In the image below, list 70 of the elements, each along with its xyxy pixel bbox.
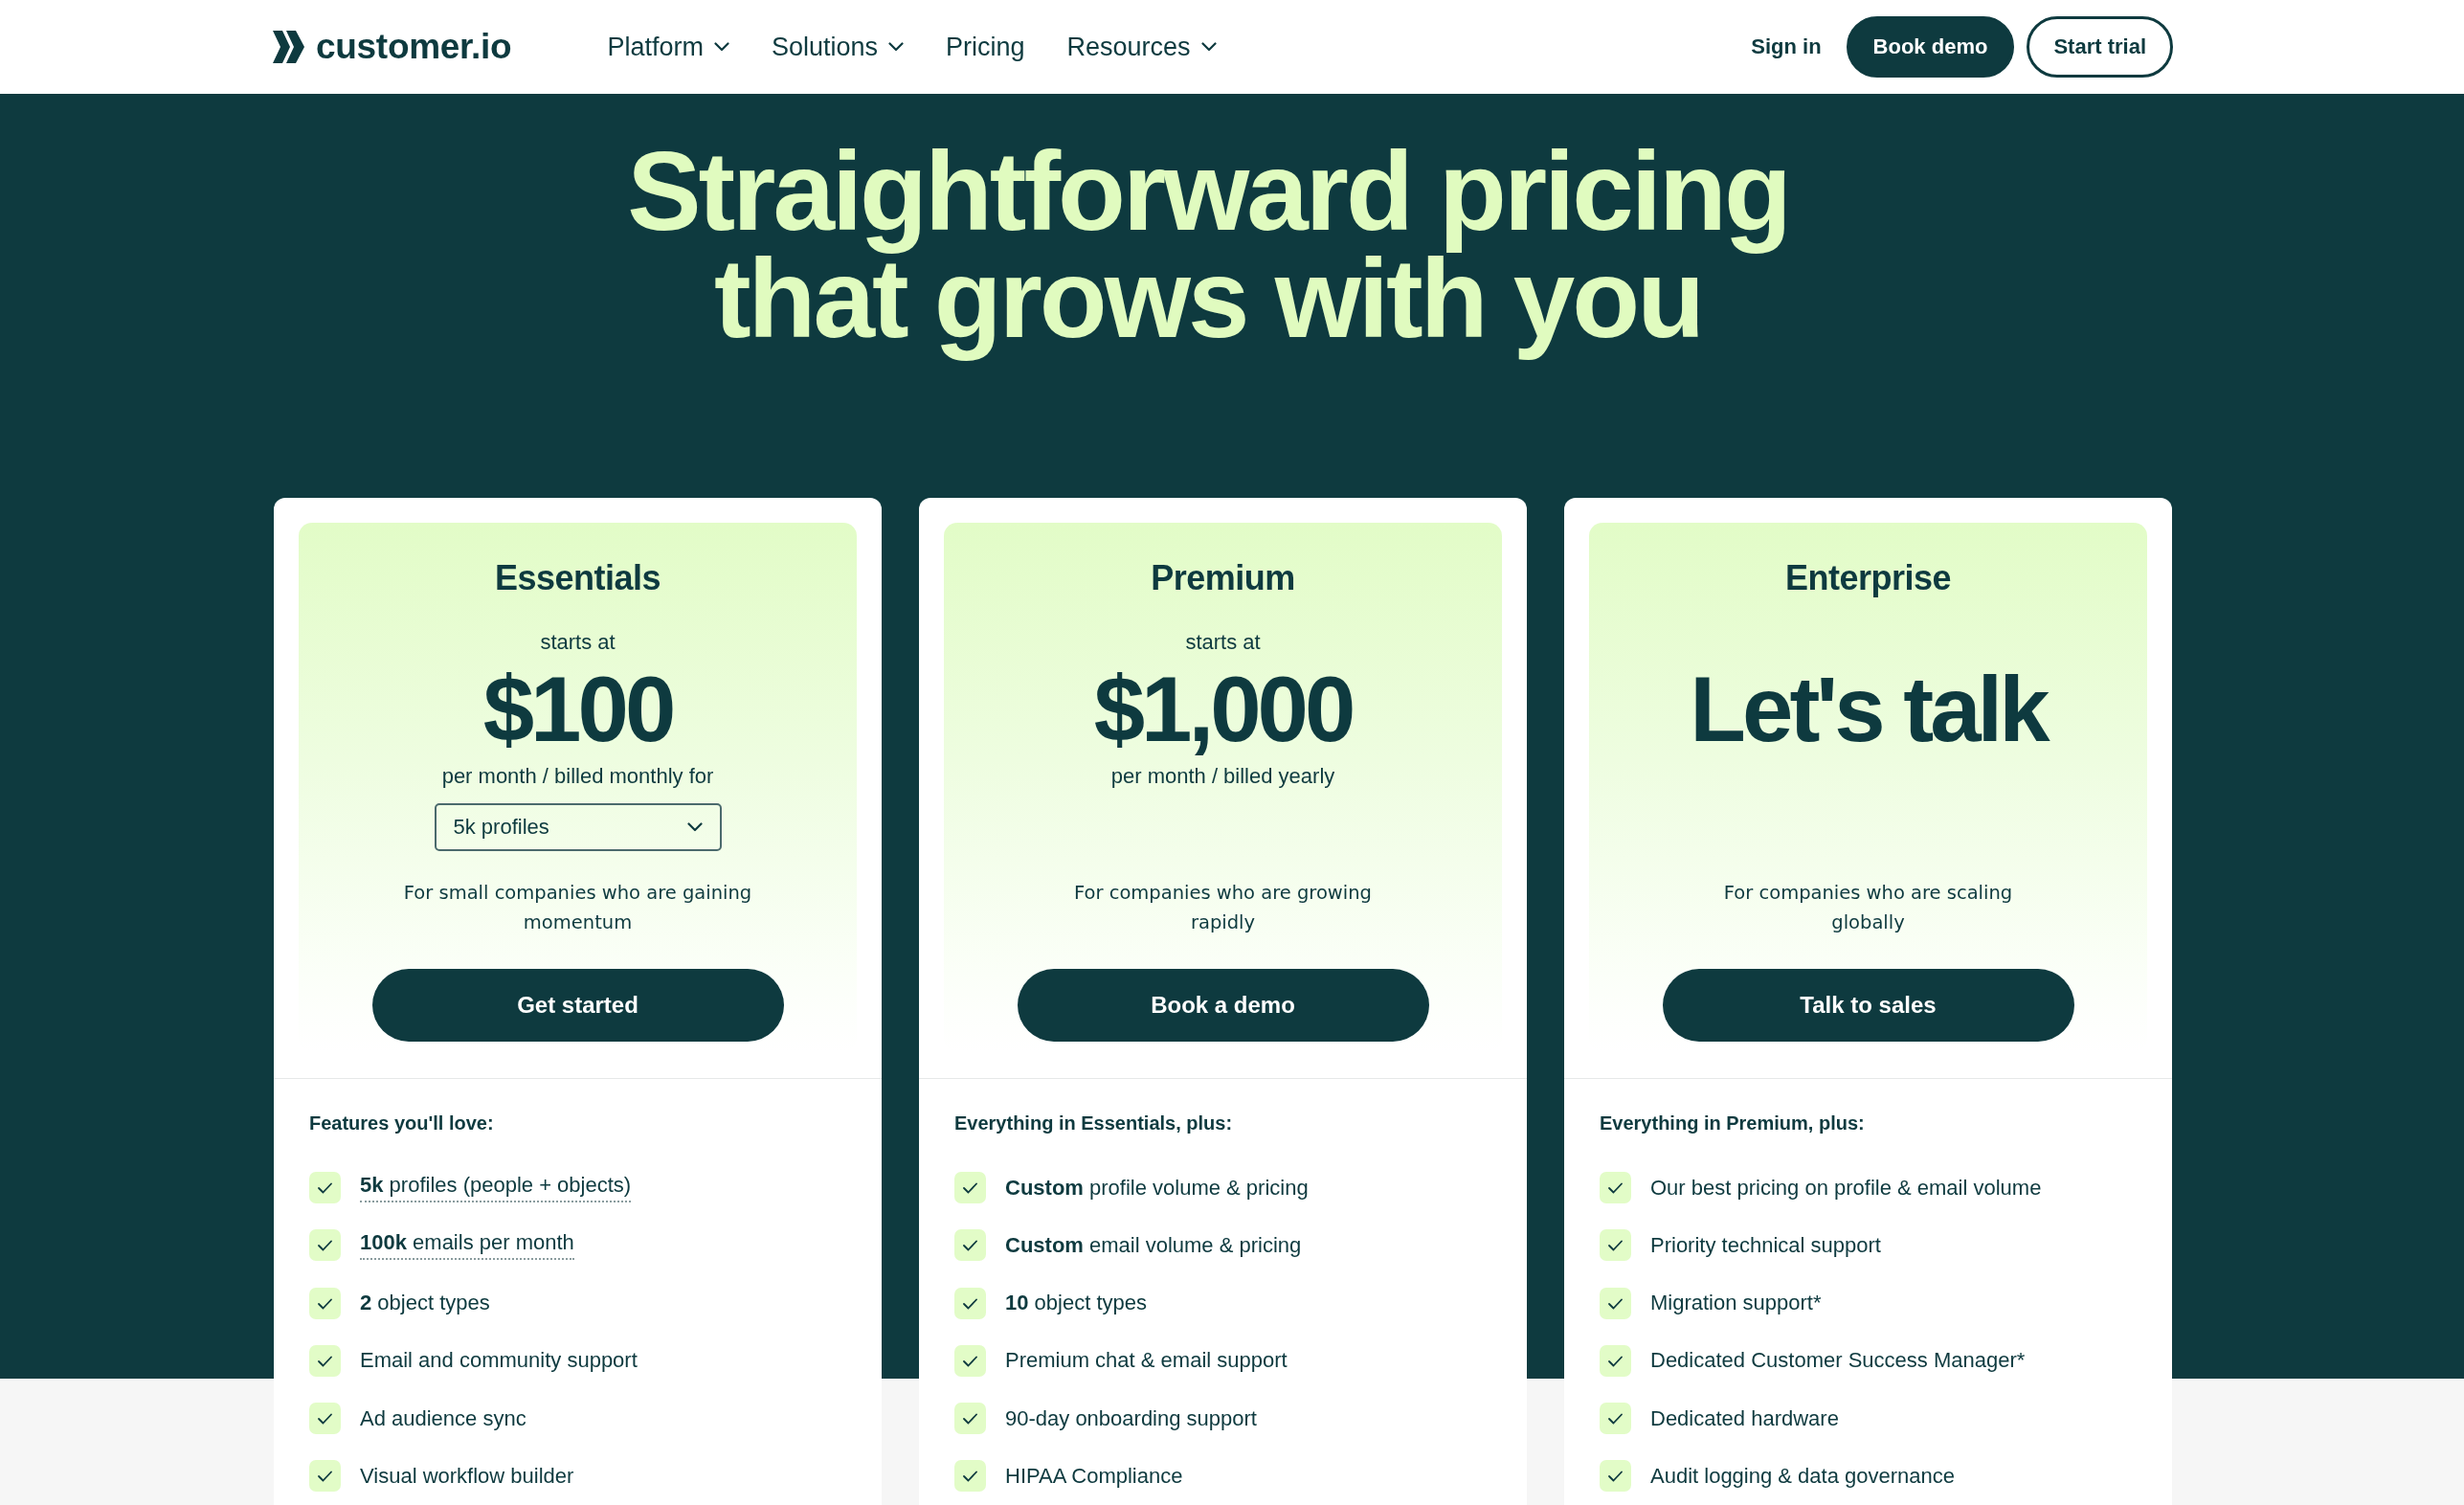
- check-icon: [954, 1172, 986, 1203]
- check-icon: [309, 1344, 341, 1377]
- feature-text: Priority technical support: [1650, 1232, 1881, 1258]
- feature-text: 10 object types: [1005, 1291, 1147, 1316]
- chevron-down-icon: [686, 822, 703, 832]
- feature-text: Ad audience sync: [360, 1405, 526, 1431]
- features-heading: Everything in Premium, plus:: [1600, 1112, 1866, 1135]
- check-icon: [1600, 1287, 1631, 1319]
- book-demo-button[interactable]: Book demo: [1846, 16, 2015, 78]
- chevron-down-icon: [888, 42, 904, 52]
- starts-at-label: starts at: [1185, 629, 1261, 656]
- profiles-select[interactable]: 5k profiles: [434, 803, 722, 851]
- chevron-down-icon: [713, 42, 729, 52]
- check-icon: [309, 1172, 341, 1203]
- nav-menu-item[interactable]: Pricing: [946, 31, 1025, 63]
- start-trial-button[interactable]: Start trial: [2027, 16, 2173, 78]
- starts-at-label: starts at: [540, 629, 616, 656]
- check-icon: [1600, 1229, 1631, 1262]
- feature-text: Migration support*: [1650, 1291, 1822, 1316]
- price: $1,000: [1093, 662, 1353, 757]
- double-chevron-logo-icon[interactable]: [273, 31, 304, 63]
- plan-name: Essentials: [494, 557, 661, 599]
- check-icon: [1600, 1460, 1631, 1493]
- check-icon: [954, 1344, 986, 1377]
- features-heading: Features you'll love:: [309, 1112, 495, 1135]
- feature-text: Dedicated hardware: [1650, 1405, 1839, 1431]
- check-icon: [1600, 1344, 1631, 1377]
- feature-text: 90-day onboarding support: [1005, 1405, 1257, 1431]
- plan-description: For companies who are growing rapidly: [1073, 881, 1373, 935]
- feature-text: Visual workflow builder: [360, 1464, 574, 1489]
- billing-note: per month / billed yearly: [1110, 763, 1335, 790]
- check-icon: [309, 1229, 341, 1262]
- check-icon: [954, 1403, 986, 1435]
- check-icon: [309, 1403, 341, 1435]
- chevron-down-icon: [1200, 42, 1217, 52]
- feature-text: Custom email volume & pricing: [1005, 1232, 1302, 1258]
- features-heading: Everything in Essentials, plus:: [954, 1112, 1234, 1135]
- plan-cta-button[interactable]: Talk to sales: [1662, 969, 2074, 1042]
- check-icon: [954, 1460, 986, 1493]
- hero-title: Straightforward pricing that grows with you: [626, 138, 1790, 363]
- feature-text: 100k emails per month: [360, 1230, 574, 1261]
- feature-text: Our best pricing on profile & email volume: [1650, 1175, 2042, 1201]
- nav-menu-item[interactable]: Solutions: [771, 31, 904, 63]
- feature-text: Audit logging & data governance: [1650, 1464, 1955, 1489]
- billing-note: per month / billed monthly for: [441, 763, 714, 790]
- check-icon: [954, 1229, 986, 1262]
- plan-cta-button[interactable]: Book a demo: [1017, 969, 1429, 1042]
- price: $100: [482, 662, 673, 757]
- feature-text: Email and community support: [360, 1348, 638, 1374]
- nav-menu-item[interactable]: Platform: [607, 31, 729, 63]
- feature-text: Custom profile volume & pricing: [1005, 1175, 1309, 1201]
- check-icon: [309, 1460, 341, 1493]
- check-icon: [954, 1287, 986, 1319]
- plan-name: Enterprise: [1784, 557, 1952, 599]
- sign-in-link[interactable]: Sign in: [1751, 34, 1822, 59]
- check-icon: [1600, 1172, 1631, 1203]
- feature-text: Dedicated Customer Success Manager*: [1650, 1348, 2026, 1374]
- check-icon: [1600, 1403, 1631, 1435]
- nav-menu-item[interactable]: Resources: [1066, 31, 1217, 63]
- plan-name: Premium: [1151, 557, 1295, 599]
- price: Let's talk: [1690, 662, 2047, 757]
- feature-text: HIPAA Compliance: [1005, 1464, 1183, 1489]
- plan-description: For small companies who are gaining momentum: [402, 881, 753, 935]
- check-icon: [309, 1287, 341, 1319]
- feature-text: 5k profiles (people + objects): [360, 1173, 632, 1202]
- plan-description: For companies who are scaling globally: [1722, 881, 2014, 935]
- feature-text: 2 object types: [360, 1291, 490, 1316]
- feature-text: Premium chat & email support: [1005, 1348, 1288, 1374]
- brand-name[interactable]: customer.io: [316, 27, 512, 67]
- plan-cta-button[interactable]: Get started: [371, 969, 784, 1042]
